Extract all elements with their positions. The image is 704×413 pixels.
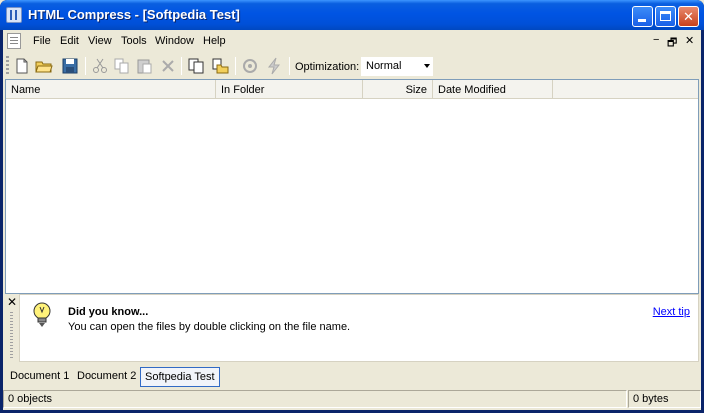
menu-edit[interactable]: Edit <box>60 35 79 47</box>
toolbar-separator <box>181 57 182 75</box>
copy-files-icon[interactable] <box>187 57 205 75</box>
menu-file[interactable]: File <box>33 35 51 47</box>
menu-tools[interactable]: Tools <box>121 35 147 47</box>
status-bar: 0 objects 0 bytes <box>3 388 701 410</box>
column-header-name[interactable]: Name <box>6 80 216 98</box>
app-window: HTML Compress - [Softpedia Test] ✕ File … <box>0 0 704 413</box>
new-icon[interactable] <box>13 57 31 75</box>
optimization-label: Optimization: <box>295 61 360 73</box>
file-list[interactable]: Name In Folder Size Date Modified <box>5 79 699 294</box>
save-icon[interactable] <box>61 57 79 75</box>
tip-grip <box>10 312 13 358</box>
menu-view[interactable]: View <box>88 35 112 47</box>
chevron-down-icon[interactable] <box>424 64 430 68</box>
app-icon[interactable] <box>6 7 22 23</box>
tip-panel: ✕ Did you know... You can open the files… <box>3 294 701 364</box>
close-icon: ✕ <box>683 9 694 24</box>
quick-compress-icon[interactable] <box>265 57 283 75</box>
mdi-restore-button[interactable]: 🗗 <box>667 34 677 53</box>
optimization-value: Normal <box>366 60 402 72</box>
minimize-icon <box>638 19 646 22</box>
mdi-close-button[interactable]: ✕ <box>685 34 694 47</box>
toolbar-separator <box>85 57 86 75</box>
tip-box: Did you know... You can open the files b… <box>19 294 699 362</box>
open-icon[interactable] <box>35 57 53 75</box>
toolbar-grip[interactable] <box>6 56 9 76</box>
maximize-button[interactable] <box>655 6 676 27</box>
optimization-select[interactable]: Normal <box>361 57 433 76</box>
cut-icon[interactable] <box>91 57 109 75</box>
maximize-icon <box>660 11 671 21</box>
menu-help[interactable]: Help <box>203 35 226 47</box>
next-tip-link[interactable]: Next tip <box>653 306 690 318</box>
toolbar: Optimization: Normal <box>3 53 701 79</box>
copy-icon[interactable] <box>113 57 131 75</box>
tab-document-1[interactable]: Document 1 <box>6 367 73 387</box>
client-area: File Edit View Tools Window Help − 🗗 ✕ O… <box>3 30 701 410</box>
delete-icon[interactable] <box>159 57 177 75</box>
paste-icon[interactable] <box>136 57 154 75</box>
document-icon[interactable] <box>7 33 21 49</box>
menu-window[interactable]: Window <box>155 35 194 47</box>
title-bar[interactable]: HTML Compress - [Softpedia Test] ✕ <box>0 0 704 30</box>
window-title: HTML Compress - [Softpedia Test] <box>28 7 240 22</box>
minimize-button[interactable] <box>632 6 653 27</box>
copy-folder-icon[interactable] <box>211 57 229 75</box>
toolbar-separator <box>289 57 290 75</box>
document-tabs: Document 1 Document 2 Softpedia Test <box>3 365 701 387</box>
toolbar-separator <box>235 57 236 75</box>
column-header-size[interactable]: Size <box>363 80 433 98</box>
list-header: Name In Folder Size Date Modified <box>6 80 698 99</box>
column-header-date-modified[interactable]: Date Modified <box>433 80 553 98</box>
tip-title: Did you know... <box>68 306 149 318</box>
compress-icon[interactable] <box>241 57 259 75</box>
tip-text: You can open the files by double clickin… <box>68 321 351 333</box>
status-objects: 0 objects <box>3 390 627 408</box>
status-bytes: 0 bytes <box>628 390 701 408</box>
tip-close-button[interactable]: ✕ <box>7 295 17 309</box>
lightbulb-icon <box>33 302 51 327</box>
column-header-in-folder[interactable]: In Folder <box>216 80 363 98</box>
mdi-minimize-button[interactable]: − <box>653 34 659 46</box>
tab-softpedia-test[interactable]: Softpedia Test <box>140 367 220 387</box>
menu-bar: File Edit View Tools Window Help − 🗗 ✕ <box>3 30 701 52</box>
tab-document-2[interactable]: Document 2 <box>73 367 140 387</box>
close-button[interactable]: ✕ <box>678 6 699 27</box>
